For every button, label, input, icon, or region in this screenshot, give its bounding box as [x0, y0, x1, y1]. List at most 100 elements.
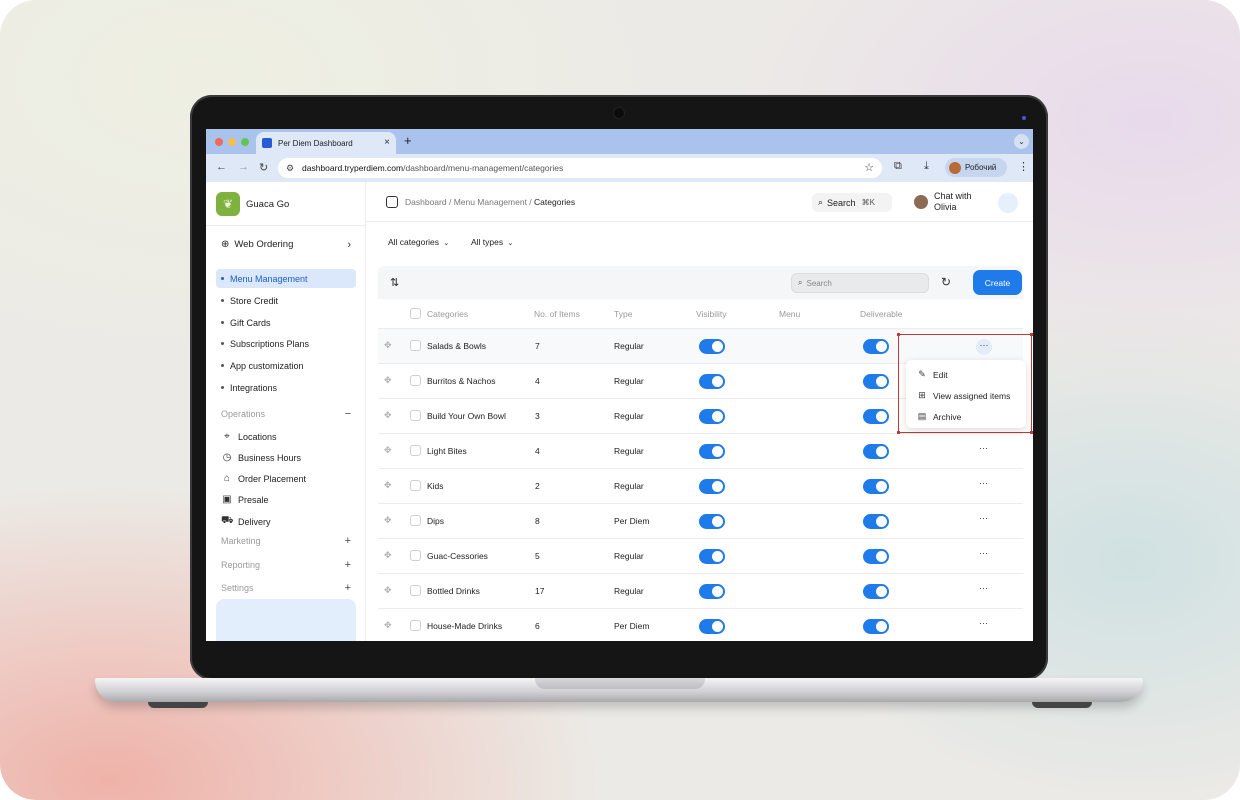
minimize-window-dot[interactable] — [228, 138, 236, 146]
drag-handle-icon[interactable]: ✥ — [384, 480, 392, 491]
row-actions-button[interactable]: ··· — [979, 443, 988, 453]
row-actions-button[interactable]: ··· — [979, 548, 988, 558]
profile-button[interactable]: Робочий — [945, 158, 1007, 177]
visibility-toggle[interactable] — [699, 619, 725, 634]
expand-icon[interactable]: + — [345, 559, 351, 571]
select-all-checkbox[interactable] — [410, 308, 421, 319]
menu-item-archive[interactable]: ▤ Archive — [916, 411, 962, 422]
drag-handle-icon[interactable]: ✥ — [384, 445, 392, 456]
deliverable-toggle[interactable] — [863, 514, 889, 529]
sidebar-item-presale[interactable]: ▣ Presale — [221, 494, 268, 505]
table-row[interactable]: ✥ Light Bites 4 Regular ··· — [378, 434, 1023, 469]
row-checkbox[interactable] — [410, 515, 421, 526]
column-header[interactable]: No. of Items — [534, 309, 580, 319]
deliverable-toggle[interactable] — [863, 444, 889, 459]
row-actions-button[interactable]: ··· — [979, 478, 988, 488]
visibility-toggle[interactable] — [699, 479, 725, 494]
reload-icon[interactable]: ↻ — [259, 161, 268, 174]
menu-item-edit[interactable]: ✎ Edit — [916, 369, 947, 380]
row-checkbox[interactable] — [410, 340, 421, 351]
sidebar-item-order-placement[interactable]: ⌂ Order Placement — [221, 473, 306, 484]
bookmark-star-icon[interactable]: ☆ — [864, 161, 874, 174]
row-actions-button[interactable]: ··· — [979, 513, 988, 523]
table-row[interactable]: ✥ Dips 8 Per Diem ··· — [378, 504, 1023, 539]
deliverable-toggle[interactable] — [863, 479, 889, 494]
global-search-button[interactable]: ⌕ Search ⌘K — [812, 193, 892, 212]
download-icon[interactable]: ⤓ — [924, 160, 929, 173]
row-checkbox[interactable] — [410, 445, 421, 456]
close-window-dot[interactable] — [215, 138, 223, 146]
deliverable-toggle[interactable] — [863, 374, 889, 389]
collapse-icon[interactable]: − — [345, 408, 351, 420]
visibility-toggle[interactable] — [699, 444, 725, 459]
brand[interactable]: ❦ Guaca Go — [216, 192, 289, 216]
breadcrumb-menu-management[interactable]: Menu Management — [454, 197, 527, 207]
filter-categories[interactable]: All categories ⌄ — [388, 237, 449, 247]
sidebar-item-menu-management[interactable]: Menu Management — [216, 269, 356, 288]
maximize-window-dot[interactable] — [241, 138, 249, 146]
drag-handle-icon[interactable]: ✥ — [384, 375, 392, 386]
sidebar-item-business-hours[interactable]: ◷ Business Hours — [221, 452, 301, 463]
sidebar-item-store-credit[interactable]: Store Credit — [216, 291, 356, 310]
deliverable-toggle[interactable] — [863, 339, 889, 354]
drag-handle-icon[interactable]: ✥ — [384, 585, 392, 596]
deliverable-toggle[interactable] — [863, 619, 889, 634]
sidebar-item-gift-cards[interactable]: Gift Cards — [216, 313, 356, 332]
sidebar-toggle-icon[interactable] — [386, 196, 398, 208]
breadcrumb-dashboard[interactable]: Dashboard — [405, 197, 447, 207]
column-header[interactable]: Deliverable — [860, 309, 903, 319]
row-actions-button[interactable]: ··· — [979, 618, 988, 628]
row-checkbox[interactable] — [410, 375, 421, 386]
deliverable-toggle[interactable] — [863, 584, 889, 599]
sort-icon[interactable]: ⇅ — [390, 276, 399, 289]
column-header[interactable]: Categories — [427, 309, 468, 319]
forward-icon[interactable]: → — [238, 161, 249, 173]
sidebar-item-subscriptions[interactable]: Subscriptions Plans — [216, 334, 356, 353]
deliverable-toggle[interactable] — [863, 409, 889, 424]
deliverable-toggle[interactable] — [863, 549, 889, 564]
table-search-input[interactable]: ⌕ Search — [791, 273, 929, 293]
address-bar[interactable]: ⚙ dashboard.tryperdiem.com/dashboard/men… — [278, 158, 882, 178]
extensions-icon[interactable]: ⧉ — [894, 160, 902, 173]
browser-menu-icon[interactable]: ⋮ — [1018, 160, 1029, 173]
filter-types[interactable]: All types ⌄ — [471, 237, 513, 247]
column-header[interactable]: Type — [614, 309, 632, 319]
row-checkbox[interactable] — [410, 585, 421, 596]
row-checkbox[interactable] — [410, 410, 421, 421]
visibility-toggle[interactable] — [699, 409, 725, 424]
drag-handle-icon[interactable]: ✥ — [384, 340, 392, 351]
user-avatar[interactable] — [998, 193, 1018, 213]
visibility-toggle[interactable] — [699, 339, 725, 354]
row-checkbox[interactable] — [410, 620, 421, 631]
sidebar-group-reporting[interactable]: Reporting + — [221, 559, 351, 571]
row-actions-button[interactable]: ··· — [979, 583, 988, 593]
sidebar-group-settings[interactable]: Settings + — [221, 582, 351, 594]
back-icon[interactable]: ← — [216, 161, 227, 173]
visibility-toggle[interactable] — [699, 584, 725, 599]
sidebar-item-locations[interactable]: ⌖ Locations — [221, 431, 276, 442]
sidebar-item-integrations[interactable]: Integrations — [216, 378, 356, 397]
drag-handle-icon[interactable]: ✥ — [384, 410, 392, 421]
sidebar-item-delivery[interactable]: ⛟ Delivery — [221, 515, 271, 528]
table-row[interactable]: ✥ House-Made Drinks 6 Per Diem ··· — [378, 609, 1023, 641]
row-checkbox[interactable] — [410, 480, 421, 491]
drag-handle-icon[interactable]: ✥ — [384, 620, 392, 631]
expand-icon[interactable]: + — [345, 582, 351, 594]
menu-item-view-assigned[interactable]: ⊞ View assigned items — [916, 390, 1010, 401]
sidebar-item-web-ordering[interactable]: ⊕ Web Ordering › — [221, 239, 351, 251]
visibility-toggle[interactable] — [699, 374, 725, 389]
close-tab-icon[interactable]: × — [384, 137, 390, 148]
sidebar-group-operations[interactable]: Operations − — [221, 408, 351, 420]
sidebar-group-marketing[interactable]: Marketing + — [221, 535, 351, 547]
row-checkbox[interactable] — [410, 550, 421, 561]
drag-handle-icon[interactable]: ✥ — [384, 550, 392, 561]
refresh-icon[interactable]: ↻ — [941, 275, 951, 289]
expand-icon[interactable]: + — [345, 535, 351, 547]
table-row[interactable]: ✥ Kids 2 Regular ··· — [378, 469, 1023, 504]
table-row[interactable]: ✥ Bottled Drinks 17 Regular ··· — [378, 574, 1023, 609]
tab-search-button[interactable]: ⌄ — [1014, 134, 1029, 149]
browser-tab[interactable]: Per Diem Dashboard × — [256, 132, 396, 154]
visibility-toggle[interactable] — [699, 514, 725, 529]
sidebar-item-app-customization[interactable]: App customization — [216, 356, 356, 375]
site-info-icon[interactable]: ⚙ — [286, 163, 294, 174]
